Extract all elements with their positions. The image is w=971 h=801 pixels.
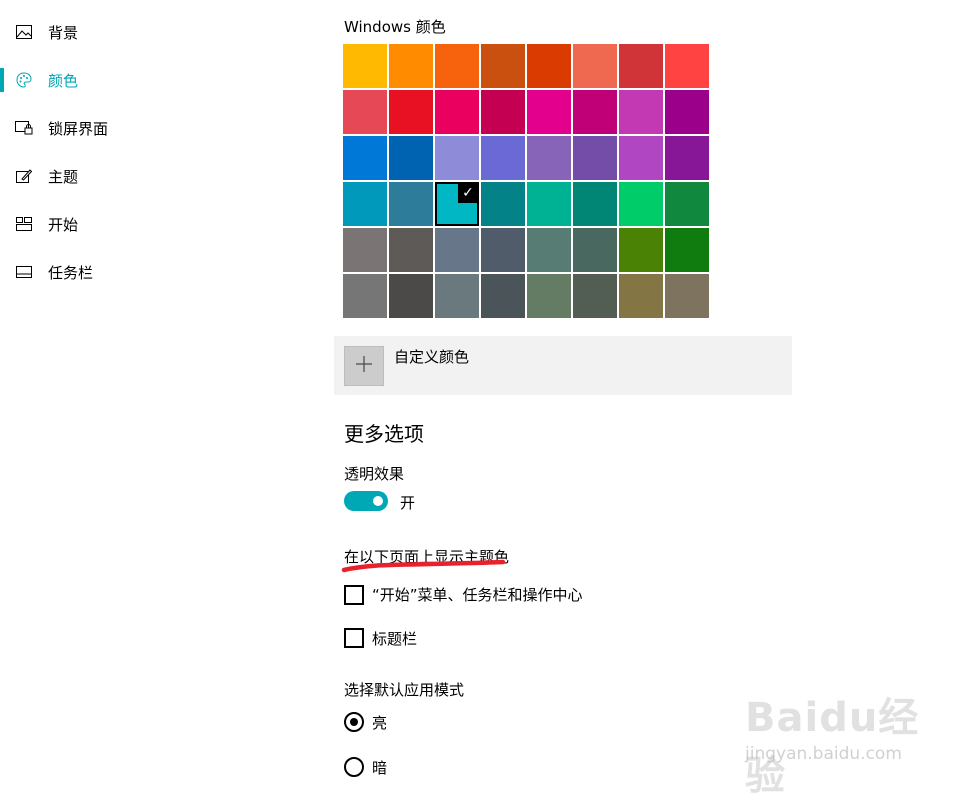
light-mode-label: 亮 — [372, 714, 388, 732]
red-underline-annotation — [341, 559, 506, 573]
sidebar-item-label: 开始 — [48, 215, 79, 234]
color-swatch[interactable] — [665, 182, 709, 226]
color-swatch[interactable] — [435, 228, 479, 272]
color-swatch-grid: ✓ — [343, 44, 709, 318]
color-swatch[interactable] — [527, 136, 571, 180]
color-swatch[interactable]: ✓ — [435, 182, 479, 226]
color-swatch[interactable] — [481, 274, 525, 318]
palette-icon — [15, 71, 33, 89]
start-taskbar-action-center-checkbox[interactable] — [344, 585, 364, 605]
color-swatch[interactable] — [619, 44, 663, 88]
color-swatch[interactable] — [527, 274, 571, 318]
color-swatch[interactable] — [573, 90, 617, 134]
transparency-state-label: 开 — [400, 494, 416, 512]
color-swatch[interactable] — [389, 90, 433, 134]
color-swatch[interactable] — [481, 228, 525, 272]
sidebar-item-label: 任务栏 — [48, 263, 94, 282]
color-swatch[interactable] — [343, 228, 387, 272]
color-swatch[interactable] — [665, 228, 709, 272]
dark-mode-label: 暗 — [372, 759, 388, 777]
checkmark-icon: ✓ — [458, 183, 478, 203]
more-options-heading: 更多选项 — [344, 422, 424, 446]
color-swatch[interactable] — [435, 274, 479, 318]
color-swatch[interactable] — [435, 44, 479, 88]
color-swatch[interactable] — [527, 182, 571, 226]
color-swatch[interactable] — [665, 136, 709, 180]
color-swatch[interactable] — [573, 44, 617, 88]
color-swatch[interactable] — [573, 274, 617, 318]
sidebar-item-label: 颜色 — [48, 71, 79, 90]
color-swatch[interactable] — [343, 90, 387, 134]
color-swatch[interactable] — [619, 228, 663, 272]
sidebar-item-background[interactable]: 背景 — [0, 12, 300, 52]
color-swatch[interactable] — [389, 182, 433, 226]
color-swatch[interactable] — [389, 44, 433, 88]
light-mode-radio[interactable] — [344, 712, 364, 732]
color-swatch[interactable] — [481, 90, 525, 134]
color-swatch[interactable] — [527, 44, 571, 88]
active-indicator — [0, 68, 4, 92]
color-swatch[interactable] — [573, 136, 617, 180]
start-taskbar-action-center-label: “开始”菜单、任务栏和操作中心 — [372, 586, 583, 604]
sidebar-item-taskbar[interactable]: 任务栏 — [0, 252, 300, 292]
custom-color-button[interactable] — [344, 346, 384, 386]
custom-color-row[interactable]: 自定义颜色 — [334, 336, 792, 395]
radio-selected-dot — [350, 718, 358, 726]
color-swatch[interactable] — [665, 44, 709, 88]
title-bars-checkbox[interactable] — [344, 628, 364, 648]
color-swatch[interactable] — [435, 90, 479, 134]
color-swatch[interactable] — [481, 136, 525, 180]
windows-colors-title: Windows 颜色 — [344, 18, 446, 36]
app-mode-label: 选择默认应用模式 — [344, 681, 465, 699]
custom-color-label: 自定义颜色 — [394, 348, 470, 366]
title-bars-label: 标题栏 — [372, 630, 418, 648]
toggle-knob — [373, 496, 383, 506]
sidebar-item-start[interactable]: 开始 — [0, 204, 300, 244]
sidebar-item-colors[interactable]: 颜色 — [0, 60, 300, 100]
color-swatch[interactable] — [343, 44, 387, 88]
watermark-brand: Baidu经验 — [745, 695, 920, 799]
color-swatch[interactable] — [619, 136, 663, 180]
color-swatch[interactable] — [665, 274, 709, 318]
start-icon — [15, 215, 33, 233]
sidebar-item-lock-screen[interactable]: 锁屏界面 — [0, 108, 300, 148]
color-swatch[interactable] — [619, 274, 663, 318]
color-swatch[interactable] — [573, 228, 617, 272]
color-swatch[interactable] — [343, 182, 387, 226]
color-swatch[interactable] — [481, 182, 525, 226]
sidebar-item-label: 主题 — [48, 167, 79, 186]
baidu-watermark: Baidu经验 jingyan.baidu.com — [745, 680, 960, 799]
dark-mode-radio[interactable] — [344, 757, 364, 777]
color-swatch[interactable] — [527, 228, 571, 272]
sidebar-item-themes[interactable]: 主题 — [0, 156, 300, 196]
theme-icon — [15, 167, 33, 185]
sidebar: 背景 颜色 锁屏界面 主题 开始 任务栏 — [0, 0, 300, 791]
color-swatch[interactable] — [435, 136, 479, 180]
color-swatch[interactable] — [619, 90, 663, 134]
color-swatch[interactable] — [527, 90, 571, 134]
color-swatch[interactable] — [389, 274, 433, 318]
color-swatch[interactable] — [343, 136, 387, 180]
color-swatch[interactable] — [481, 44, 525, 88]
transparency-label: 透明效果 — [344, 465, 405, 483]
color-swatch[interactable] — [389, 228, 433, 272]
watermark-url: jingyan.baidu.com — [745, 744, 902, 764]
color-swatch[interactable] — [343, 274, 387, 318]
transparency-toggle[interactable] — [344, 491, 388, 511]
color-swatch[interactable] — [665, 90, 709, 134]
lock-screen-icon — [15, 119, 33, 137]
taskbar-icon — [15, 263, 33, 281]
plus-icon — [355, 355, 373, 377]
picture-icon — [15, 23, 33, 41]
color-swatch[interactable] — [389, 136, 433, 180]
sidebar-item-label: 背景 — [48, 23, 79, 42]
sidebar-item-label: 锁屏界面 — [48, 119, 109, 138]
color-swatch[interactable] — [573, 182, 617, 226]
color-swatch[interactable] — [619, 182, 663, 226]
